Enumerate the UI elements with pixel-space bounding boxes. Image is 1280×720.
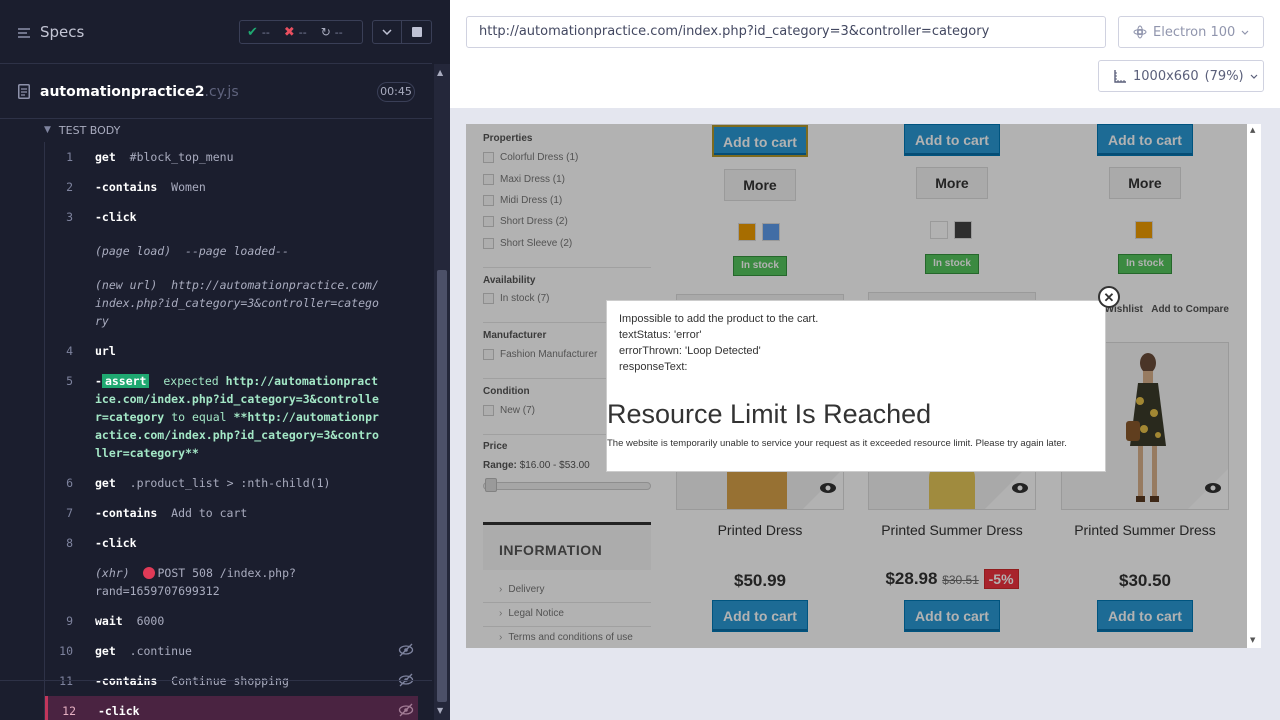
dialog-heading: Resource Limit Is Reached — [607, 399, 932, 429]
scroll-thumb[interactable] — [437, 270, 447, 702]
chevron-down-icon — [382, 29, 392, 35]
command-row[interactable]: 4 url — [45, 336, 418, 366]
cross-icon: ✖ — [283, 24, 295, 40]
command-row[interactable]: 11 -contains Continue shopping — [45, 666, 418, 696]
dialog-body: The website is temporarily unable to ser… — [607, 438, 1067, 449]
spec-file-row: automationpractice2.cy.js 00:45 — [0, 65, 432, 119]
spec-file-name[interactable]: automationpractice2.cy.js — [40, 84, 239, 100]
browser-panel: http://automationpractice.com/index.php?… — [450, 0, 1280, 720]
command-log-panel: Specs ✔ -- ✖ -- ↻ -- automationpractice2.cy… — [0, 0, 450, 720]
scroll-down-icon[interactable]: ▼ — [437, 706, 443, 715]
dialog-line: errorThrown: 'Loop Detected' — [619, 345, 761, 357]
dialog-line: textStatus: 'error' — [619, 329, 702, 341]
specs-bar: Specs ✔ -- ✖ -- ↻ -- — [0, 0, 432, 64]
expand-button[interactable] — [372, 20, 402, 44]
chevron-down-icon — [1250, 74, 1258, 79]
assert-row[interactable]: 5- assert expected http://automationpract… — [45, 366, 418, 468]
check-icon: ✔ — [247, 24, 258, 40]
assert-badge: assert — [101, 374, 150, 388]
error-dialog: Impossible to add the product to the car… — [606, 300, 1106, 472]
electron-icon — [1133, 25, 1147, 39]
close-icon[interactable]: ✕ — [1098, 286, 1120, 308]
viewport-selector[interactable]: 1000x660 (79%) — [1098, 60, 1264, 92]
failed-status-icon — [143, 567, 156, 579]
stop-button[interactable] — [402, 20, 432, 44]
passed-stat: ✔ -- — [247, 24, 270, 40]
browser-toolbar: http://automationpractice.com/index.php?… — [450, 0, 1280, 108]
scroll-down-icon[interactable]: ▼ — [1250, 636, 1255, 644]
eye-slash-icon[interactable] — [398, 643, 414, 657]
url-bar[interactable]: http://automationpractice.com/index.php?… — [466, 16, 1106, 48]
chevron-down-icon — [1241, 30, 1249, 35]
failed-stat: ✖ -- — [283, 24, 307, 40]
eye-slash-icon[interactable] — [398, 703, 414, 717]
xhr-row[interactable]: (xhr) POST 508 /index.php?rand=165970769… — [45, 558, 418, 606]
command-row[interactable]: 1 get #block_top_menu — [45, 142, 418, 172]
scroll-up-icon[interactable]: ▲ — [437, 68, 443, 77]
duration-badge: 00:45 — [377, 82, 415, 102]
ruler-icon — [1114, 70, 1126, 83]
command-row[interactable]: 10 get .continue — [45, 636, 418, 666]
command-row-active[interactable]: 12 -click — [45, 696, 418, 720]
test-body-header[interactable]: ▼ TEST BODY — [44, 120, 120, 140]
command-row[interactable]: 6 get .product_list > :nth-child(1) — [45, 468, 418, 498]
scroll-up-icon[interactable]: ▲ — [1250, 126, 1255, 134]
dialog-line: responseText: — [619, 361, 688, 373]
command-list: 1 get #block_top_menu 2 -contains Women 3-… — [44, 142, 418, 720]
command-row[interactable]: 7 -contains Add to cart — [45, 498, 418, 528]
pending-stat: ↻ -- — [320, 25, 343, 39]
cypress-runner: Specs ✔ -- ✖ -- ↻ -- automationpractice2.cy… — [0, 0, 1280, 720]
stats-group: ✔ -- ✖ -- ↻ -- — [239, 20, 363, 44]
spinner-icon: ↻ — [320, 25, 331, 39]
command-event-row[interactable]: (page load) --page loaded-- — [45, 232, 418, 266]
app-under-test-frame: Properties Colorful Dress (1) Maxi Dress… — [466, 124, 1247, 648]
browser-selector[interactable]: Electron 100 — [1118, 16, 1264, 48]
menu-icon[interactable] — [17, 26, 31, 40]
specs-label[interactable]: Specs — [40, 23, 84, 41]
divider — [0, 680, 432, 681]
command-row[interactable]: 8 -click — [45, 528, 418, 558]
aut-scrollbar[interactable]: ▲ ▼ — [1247, 124, 1261, 648]
stop-icon — [411, 27, 422, 37]
command-row[interactable]: 3 -click — [45, 202, 418, 232]
command-event-row[interactable]: (new url) http://automationpractice.com/… — [45, 266, 418, 336]
dialog-line: Impossible to add the product to the car… — [619, 313, 819, 325]
file-icon — [18, 84, 30, 99]
chevron-down-icon: ▼ — [44, 125, 51, 135]
command-row[interactable]: 2 -contains Women — [45, 172, 418, 202]
command-row[interactable]: 9 wait 6000 — [45, 606, 418, 636]
